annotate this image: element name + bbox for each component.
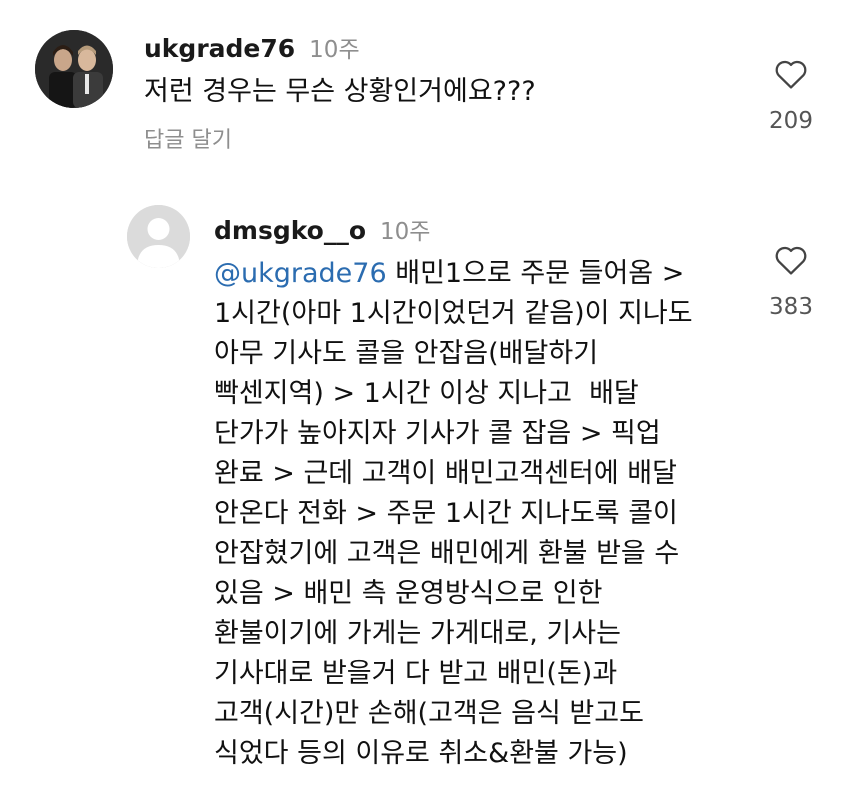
comment2-text: @ukgrade76 배민1으로 주문 들어옴 > 1시간(아마 1시간이었던거… bbox=[214, 254, 693, 774]
comment-line: 빡센지역) > 1시간 이상 지나고 배달 bbox=[214, 378, 639, 409]
like-button[interactable] bbox=[774, 244, 808, 280]
comment-line: 단가가 높아지자 기사가 콜 잡음 > 픽업 bbox=[214, 418, 661, 449]
like-count: 383 bbox=[769, 294, 813, 320]
username[interactable]: ukgrade76 bbox=[144, 34, 295, 63]
comment-line: 환불이기에 가게는 가게대로, 기사는 bbox=[214, 618, 621, 649]
comment-line: 식었다 등의 이유로 취소&환불 가능) bbox=[214, 738, 628, 769]
like-count: 209 bbox=[769, 108, 813, 134]
comment-line: @ukgrade76 배민1으로 주문 들어옴 > bbox=[214, 254, 693, 294]
comment-line: 1시간(아마 1시간이었던거 같음)이 지나도 bbox=[214, 298, 693, 329]
comment2-header: dmsgko__o 10주 bbox=[214, 212, 430, 246]
comment-line-text: 배민1으로 주문 들어옴 > bbox=[395, 258, 685, 289]
comment-line: 안잡혔기에 고객은 배민에게 환불 받을 수 bbox=[214, 538, 680, 569]
default-avatar-icon bbox=[127, 205, 190, 268]
reply-button[interactable]: 답글 달기 bbox=[144, 122, 232, 154]
username[interactable]: dmsgko__o bbox=[214, 216, 366, 245]
comment-line: 있음 > 배민 측 운영방식으로 인한 bbox=[214, 578, 603, 609]
comment-line: 기사대로 받을거 다 받고 배민(돈)과 bbox=[214, 658, 618, 689]
heart-outline-icon bbox=[775, 60, 807, 89]
comment-line: 고객(시간)만 손해(고객은 음식 받고도 bbox=[214, 698, 644, 729]
mention-link[interactable]: @ukgrade76 bbox=[214, 258, 387, 289]
avatar-photo-icon bbox=[35, 30, 113, 108]
timestamp: 10주 bbox=[309, 37, 360, 63]
comment1-text: 저런 경우는 무슨 상황인거에요??? bbox=[144, 76, 536, 107]
comment-line: 안온다 전화 > 주문 1시간 지나도록 콜이 bbox=[214, 498, 678, 529]
comment-line: 아무 기사도 콜을 안잡음(배달하기 bbox=[214, 338, 599, 369]
comment-line: 완료 > 근데 고객이 배민고객센터에 배달 bbox=[214, 458, 677, 489]
avatar-dmsgko[interactable] bbox=[127, 205, 190, 268]
heart-outline-icon bbox=[775, 246, 807, 275]
like-button[interactable] bbox=[774, 58, 808, 94]
comment1-header: ukgrade76 10주 bbox=[144, 30, 360, 64]
timestamp: 10주 bbox=[380, 219, 431, 245]
avatar-ukgrade76[interactable] bbox=[35, 30, 113, 108]
